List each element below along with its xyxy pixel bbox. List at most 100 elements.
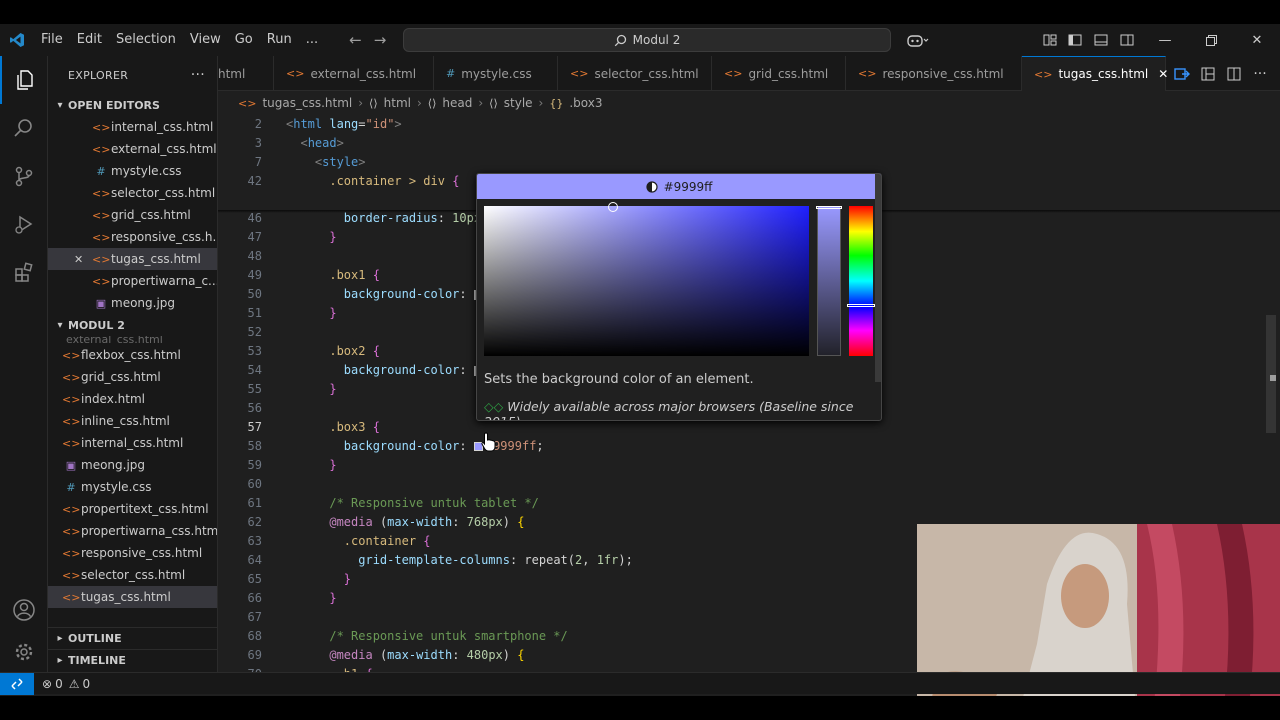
menu-go[interactable]: Go	[228, 24, 260, 56]
more-actions-icon[interactable]: ···	[191, 67, 205, 83]
code-line[interactable]: border-radius: 10px;	[286, 211, 489, 225]
tab-grid-css[interactable]: <> grid_css.html	[712, 56, 846, 91]
code-line[interactable]: /* Responsive untuk smartphone */	[286, 629, 567, 643]
code-line[interactable]: }	[286, 382, 336, 396]
breadcrumb-head[interactable]: head	[442, 96, 472, 110]
more-tab-actions-icon[interactable]: ···	[1248, 56, 1272, 91]
open-preview-icon[interactable]	[1170, 56, 1194, 91]
list-item-partial[interactable]: external_css.html	[48, 336, 217, 344]
code-line[interactable]: .box3 {	[286, 420, 380, 434]
color-picker-header[interactable]: #9999ff	[477, 174, 881, 199]
warning-icon[interactable]: ⚠	[69, 677, 80, 691]
outline-section[interactable]: ▸ OUTLINE	[48, 627, 217, 649]
remote-icon[interactable]	[0, 672, 34, 695]
tab-tugas-css[interactable]: <> tugas_css.html ✕	[1022, 56, 1168, 91]
folder-file-item[interactable]: # mystyle.css	[48, 476, 217, 498]
explorer-files-icon[interactable]	[0, 56, 48, 104]
tab-external-css[interactable]: <> external_css.html	[274, 56, 434, 91]
open-editor-item[interactable]: <> selector_css.html	[48, 182, 217, 204]
breadcrumb-style[interactable]: style	[504, 96, 533, 110]
copilot-icon[interactable]	[900, 24, 936, 56]
tab-partial-html[interactable]: html	[206, 56, 274, 91]
sticky-line[interactable]: 7 <style>	[218, 154, 1280, 173]
code-line[interactable]: }	[286, 591, 336, 605]
layout-customize-icon[interactable]	[1040, 24, 1060, 56]
code-line[interactable]: background-color: #9999ff;	[286, 439, 544, 453]
toggle-panel-icon[interactable]	[1091, 24, 1111, 56]
code-line[interactable]: }	[286, 572, 351, 586]
toggle-secondary-sidebar-icon[interactable]	[1117, 24, 1137, 56]
back-arrow-icon[interactable]: ←	[349, 31, 362, 49]
menu-selection[interactable]: Selection	[109, 24, 183, 56]
folder-file-item[interactable]: <> propertitext_css.html	[48, 498, 217, 520]
open-editor-item[interactable]: <> responsive_css.h...	[48, 226, 217, 248]
search-activity-icon[interactable]	[0, 104, 48, 152]
minimize-icon[interactable]: —	[1150, 24, 1180, 56]
folder-file-item[interactable]: <> internal_css.html	[48, 432, 217, 454]
code-line[interactable]: background-color:	[286, 363, 476, 377]
tab-selector-css[interactable]: <> selector_css.html	[558, 56, 712, 91]
code-line[interactable]: }	[286, 230, 336, 244]
account-icon[interactable]	[0, 586, 48, 634]
run-debug-icon[interactable]	[0, 200, 48, 248]
folder-file-item[interactable]: <> index.html	[48, 388, 217, 410]
saturation-box[interactable]	[484, 202, 809, 356]
source-control-icon[interactable]	[0, 152, 48, 200]
saturation-handle[interactable]	[608, 202, 618, 212]
error-icon[interactable]: ⊗	[42, 677, 52, 691]
editor-scrollbar[interactable]	[1266, 315, 1276, 433]
folder-file-item[interactable]: <> grid_css.html	[48, 366, 217, 388]
code-line[interactable]: .box2 {	[286, 344, 380, 358]
timeline-section[interactable]: ▸ TIMELINE	[48, 649, 217, 671]
open-editor-item[interactable]: <> grid_css.html	[48, 204, 217, 226]
open-editor-item[interactable]: <> external_css.html	[48, 138, 217, 160]
folder-section[interactable]: ▾ MODUL 2	[48, 314, 217, 336]
breadcrumb-file[interactable]: tugas_css.html	[262, 96, 352, 110]
code-line[interactable]: @media (max-width: 480px) {	[286, 648, 524, 662]
close-window-icon[interactable]: ✕	[1242, 24, 1272, 56]
sticky-line[interactable]: 2 <html lang="id">	[218, 116, 1280, 135]
code-line[interactable]: @media (max-width: 768px) {	[286, 515, 524, 529]
open-editors-section[interactable]: ▾ OPEN EDITORS	[48, 94, 217, 116]
code-line[interactable]: .box1 {	[286, 268, 380, 282]
folder-file-item[interactable]: <> tugas_css.html	[48, 586, 217, 608]
folder-file-item[interactable]: <> propertiwarna_css.html	[48, 520, 217, 542]
close-editor-icon[interactable]: ✕	[74, 253, 83, 266]
folder-file-item[interactable]: <> inline_css.html	[48, 410, 217, 432]
folder-file-item[interactable]: ▣ meong.jpg	[48, 454, 217, 476]
menu-view[interactable]: View	[183, 24, 228, 56]
folder-file-item[interactable]: <> flexbox_css.html	[48, 344, 217, 366]
menu-file[interactable]: File	[34, 24, 70, 56]
error-count[interactable]: 0	[55, 677, 63, 691]
hue-handle[interactable]	[847, 304, 875, 307]
opacity-handle[interactable]	[816, 206, 842, 209]
opacity-strip[interactable]	[816, 206, 842, 356]
restore-icon[interactable]	[1196, 24, 1226, 56]
code-line[interactable]: /* Responsive untuk tablet */	[286, 496, 539, 510]
forward-arrow-icon[interactable]: →	[374, 31, 387, 49]
breadcrumb-html[interactable]: html	[384, 96, 411, 110]
open-editor-item[interactable]: ✕ <> tugas_css.html	[48, 248, 217, 270]
open-editor-item[interactable]: <> propertiwarna_c...	[48, 270, 217, 292]
extensions-icon[interactable]	[0, 248, 48, 296]
code-line[interactable]: }	[286, 306, 336, 320]
tab-mystyle-css[interactable]: # mystyle.css	[434, 56, 558, 91]
code-line[interactable]: .container {	[286, 534, 431, 548]
code-line[interactable]: }	[286, 458, 336, 472]
folder-file-item[interactable]: <> selector_css.html	[48, 564, 217, 586]
open-editor-item[interactable]: <> internal_css.html	[48, 116, 217, 138]
sticky-line[interactable]: 3 <head>	[218, 135, 1280, 154]
folder-file-item[interactable]: <> responsive_css.html	[48, 542, 217, 564]
split-editor-icon[interactable]	[1222, 56, 1246, 91]
code-line[interactable]: grid-template-columns: repeat(2, 1fr);	[286, 553, 633, 567]
open-editor-item[interactable]: ▣ meong.jpg	[48, 292, 217, 314]
tab-responsive-css[interactable]: <> responsive_css.html	[846, 56, 1022, 91]
breadcrumb-selector[interactable]: .box3	[569, 96, 602, 110]
command-center-search[interactable]: Modul 2	[403, 28, 891, 52]
toggle-sidebar-icon[interactable]	[1065, 24, 1085, 56]
settings-gear-icon[interactable]	[0, 628, 48, 676]
hue-strip[interactable]	[847, 206, 875, 356]
warning-count[interactable]: 0	[82, 677, 90, 691]
open-editor-item[interactable]: # mystyle.css	[48, 160, 217, 182]
close-tab-icon[interactable]: ✕	[1158, 67, 1168, 81]
